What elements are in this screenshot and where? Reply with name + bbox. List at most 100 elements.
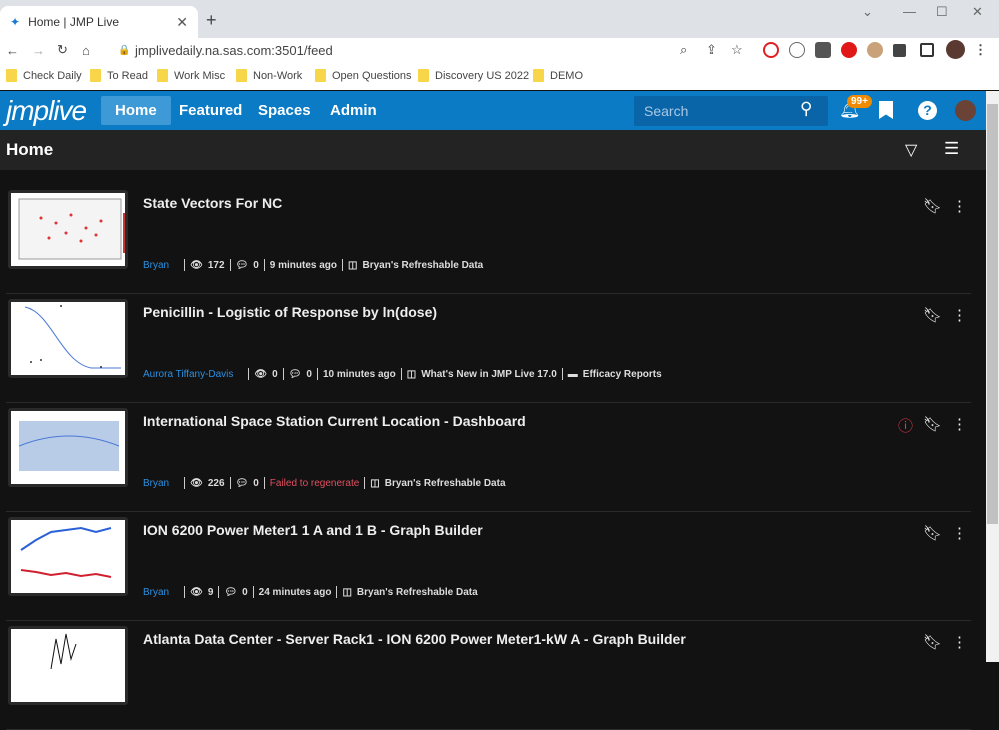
bookmark-check-daily[interactable]: Check Daily xyxy=(6,69,82,82)
post-space[interactable]: What's New in JMP Live 17.0 xyxy=(421,369,557,380)
post-title[interactable]: State Vectors For NC xyxy=(143,195,282,211)
extension-face-icon[interactable] xyxy=(867,42,883,58)
reload-icon[interactable]: ↻ xyxy=(57,42,68,58)
post-card[interactable]: International Space Station Current Loca… xyxy=(6,403,971,512)
close-window-icon[interactable]: ✕ xyxy=(972,4,983,20)
nav-spaces[interactable]: Spaces xyxy=(244,96,325,125)
sidepanel-icon[interactable] xyxy=(920,43,934,57)
bookmark-icon[interactable]: 🔖︎ xyxy=(923,524,942,542)
more-menu-icon[interactable]: ⋮ xyxy=(952,197,967,215)
error-icon[interactable]: ⓘ xyxy=(898,415,913,436)
nav-featured[interactable]: Featured xyxy=(165,96,256,125)
post-space[interactable]: Bryan's Refreshable Data xyxy=(357,587,478,598)
tab-search-icon[interactable]: ⌄ xyxy=(862,4,873,20)
nav-admin[interactable]: Admin xyxy=(316,96,391,125)
bookmark-label: Open Questions xyxy=(332,69,412,82)
share-icon[interactable]: ⇪ xyxy=(706,42,717,58)
filter-icon[interactable]: ▽ xyxy=(905,140,917,160)
extension-block-icon[interactable] xyxy=(763,42,779,58)
comments-icon: 💬︎ xyxy=(224,586,238,598)
space-icon: ◫ xyxy=(342,586,352,598)
minimize-icon[interactable]: — xyxy=(903,4,916,19)
browser-menu-icon[interactable]: ⋮ xyxy=(974,42,987,58)
page-title: Home xyxy=(6,140,54,159)
list-view-icon[interactable]: ☰ xyxy=(944,139,959,159)
view-count: 0 xyxy=(272,368,278,380)
lock-icon: 🔒 xyxy=(118,44,131,56)
post-folder[interactable]: Efficacy Reports xyxy=(583,369,662,380)
forward-icon[interactable]: → xyxy=(32,43,45,58)
notification-badge: 99+ xyxy=(847,95,872,108)
bookmark-icon[interactable]: 🔖︎ xyxy=(923,197,942,215)
views-icon: 👁︎ xyxy=(190,477,203,489)
new-tab-button[interactable]: + xyxy=(206,10,217,31)
search-icon[interactable]: ⚲ xyxy=(800,99,812,119)
post-space[interactable]: Bryan's Refreshable Data xyxy=(385,478,506,489)
scrollbar[interactable] xyxy=(986,91,999,662)
post-author[interactable]: Aurora Tiffany-Davis xyxy=(143,369,233,380)
jmplive-logo[interactable]: jmplive xyxy=(6,95,87,127)
post-title[interactable]: International Space Station Current Loca… xyxy=(143,413,526,429)
more-menu-icon[interactable]: ⋮ xyxy=(952,306,967,324)
nav-home[interactable]: Home xyxy=(101,96,171,125)
bookmarks-bar: Check Daily To Read Work Misc Non-Work O… xyxy=(0,62,999,90)
post-card[interactable]: ION 6200 Power Meter1 1 A and 1 B - Grap… xyxy=(6,512,971,621)
browser-tab[interactable]: ✦ Home | JMP Live ✕ xyxy=(0,6,198,38)
zoom-icon[interactable]: ⌕ xyxy=(680,42,687,58)
bookmarks-icon[interactable] xyxy=(879,101,893,119)
bookmark-label: Work Misc xyxy=(174,69,226,82)
bookmark-discovery[interactable]: Discovery US 2022 xyxy=(418,69,529,82)
post-author[interactable]: Bryan xyxy=(143,260,169,271)
bookmark-demo[interactable]: DEMO xyxy=(533,69,583,82)
scrollbar-thumb[interactable] xyxy=(987,104,998,524)
post-thumbnail[interactable] xyxy=(8,517,128,596)
post-title[interactable]: ION 6200 Power Meter1 1 A and 1 B - Grap… xyxy=(143,522,483,538)
post-author[interactable]: Bryan xyxy=(143,587,169,598)
url-input[interactable]: jmplivedaily.na.sas.com:3501/feed xyxy=(135,43,333,58)
more-menu-icon[interactable]: ⋮ xyxy=(952,524,967,542)
bookmark-icon[interactable]: 🔖︎ xyxy=(923,415,942,436)
more-menu-icon[interactable]: ⋮ xyxy=(952,415,967,436)
close-tab-icon[interactable]: ✕ xyxy=(176,14,188,31)
tab-title: Home | JMP Live xyxy=(28,15,119,29)
post-thumbnail[interactable] xyxy=(8,626,128,705)
post-card[interactable]: Penicillin - Logistic of Response by ln(… xyxy=(6,294,971,403)
bookmark-star-icon[interactable]: ☆ xyxy=(731,42,743,58)
post-thumbnail[interactable] xyxy=(8,190,128,269)
post-space[interactable]: Bryan's Refreshable Data xyxy=(362,260,483,271)
comment-count: 0 xyxy=(253,477,259,489)
extensions-puzzle-icon[interactable] xyxy=(893,44,906,57)
user-avatar[interactable] xyxy=(955,100,976,121)
extension-stop-icon[interactable] xyxy=(841,42,857,58)
back-icon[interactable]: ← xyxy=(6,43,19,58)
bookmark-icon[interactable]: 🔖︎ xyxy=(923,306,942,324)
post-thumbnail[interactable] xyxy=(8,299,128,378)
views-icon: 👁︎ xyxy=(190,586,203,598)
home-icon[interactable]: ⌂ xyxy=(82,43,90,58)
bookmark-non-work[interactable]: Non-Work xyxy=(236,69,302,82)
extension-code-icon[interactable] xyxy=(789,42,805,58)
post-thumbnail[interactable] xyxy=(8,408,128,487)
bookmark-open-questions[interactable]: Open Questions xyxy=(315,69,412,82)
extension-icon[interactable] xyxy=(815,42,831,58)
views-icon: 👁︎ xyxy=(190,259,203,271)
folder-icon xyxy=(533,69,544,82)
post-card[interactable]: State Vectors For NC Bryan 👁︎ 172 💬︎ 0 9 minu… xyxy=(6,185,971,294)
search-input[interactable]: Search xyxy=(634,96,828,126)
post-time: 10 minutes ago xyxy=(322,368,396,380)
help-icon[interactable]: ? xyxy=(918,101,937,120)
more-menu-icon[interactable]: ⋮ xyxy=(952,633,967,651)
bookmark-icon[interactable]: 🔖︎ xyxy=(923,633,942,651)
comment-count: 0 xyxy=(306,368,312,380)
maximize-icon[interactable]: ☐ xyxy=(936,4,948,20)
post-title[interactable]: Atlanta Data Center - Server Rack1 - ION… xyxy=(143,631,686,647)
page-header: Home ▽ ☰ xyxy=(0,130,986,170)
post-title[interactable]: Penicillin - Logistic of Response by ln(… xyxy=(143,304,437,320)
post-author[interactable]: Bryan xyxy=(143,478,169,489)
bookmark-label: Non-Work xyxy=(253,69,303,82)
bookmark-to-read[interactable]: To Read xyxy=(90,69,148,82)
regenerate-status: Failed to regenerate xyxy=(269,477,360,489)
post-card[interactable]: Atlanta Data Center - Server Rack1 - ION… xyxy=(6,621,971,730)
bookmark-work-misc[interactable]: Work Misc xyxy=(157,69,225,82)
profile-avatar[interactable] xyxy=(946,40,965,59)
